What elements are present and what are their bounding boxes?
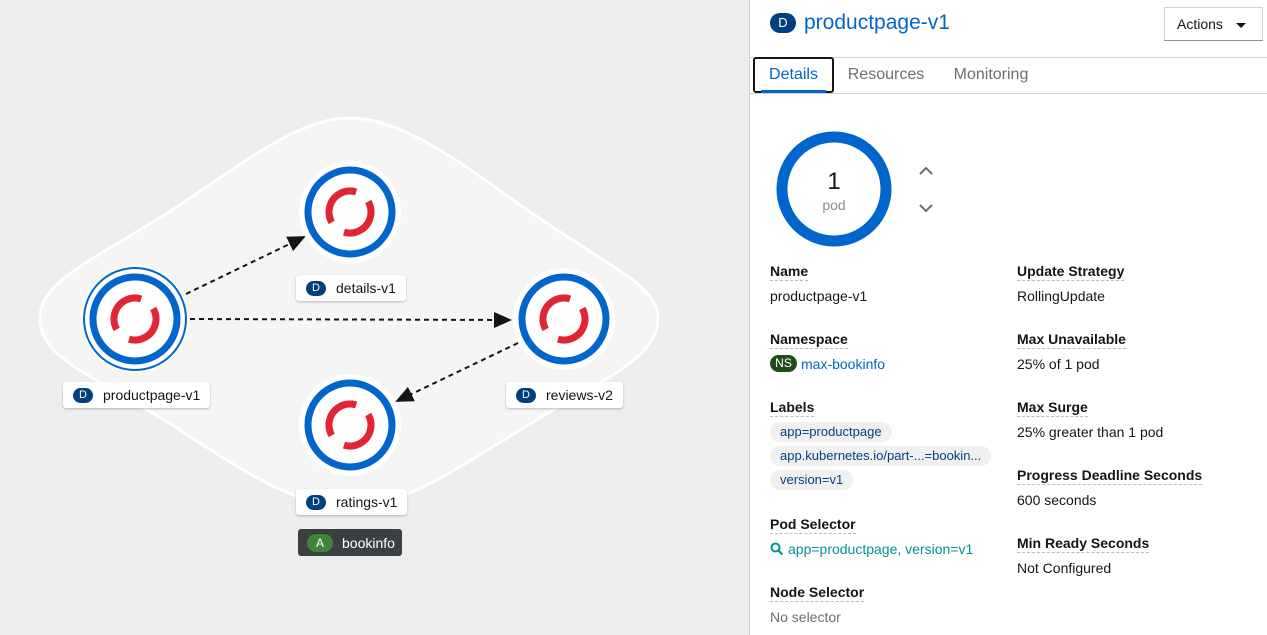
resource-badge: D — [770, 13, 796, 33]
node-selector-term[interactable]: Node Selector — [770, 584, 865, 602]
details-side-panel: D productpage-v1 Actions Details Resourc… — [749, 0, 1267, 635]
name-term[interactable]: Name — [770, 263, 809, 281]
node-details-v1[interactable] — [299, 161, 401, 263]
label-chip[interactable]: app=productpage — [770, 422, 892, 442]
min-ready-value: Not Configured — [1017, 560, 1112, 576]
panel-header: D productpage-v1 Actions — [750, 0, 1267, 58]
labels-term[interactable]: Labels — [770, 399, 815, 417]
deployment-badge: D — [516, 387, 536, 403]
pod-count: 1 — [827, 168, 841, 195]
node-ratings-v1[interactable] — [299, 374, 401, 476]
progress-deadline-value: 600 seconds — [1017, 492, 1097, 508]
node-label-reviews-v2[interactable]: D reviews-v2 — [506, 382, 623, 408]
max-surge-value: 25% greater than 1 pod — [1017, 424, 1164, 440]
max-surge-term[interactable]: Max Surge — [1017, 399, 1088, 417]
node-label-productpage-v1[interactable]: D productpage-v1 — [63, 382, 211, 408]
group-label-text: bookinfo — [342, 534, 395, 551]
node-reviews-v2[interactable] — [513, 268, 615, 370]
chevron-down-icon[interactable] — [917, 199, 935, 217]
label-chip[interactable]: app.kubernetes.io/part-...=bookin... — [770, 446, 992, 466]
node-label-details-v1[interactable]: D details-v1 — [296, 275, 406, 301]
pod-selector-value: app=productpage, version=v1 — [788, 541, 974, 557]
deployment-badge: D — [306, 494, 326, 510]
namespace-term[interactable]: Namespace — [770, 331, 848, 349]
namespace-value: NS max-bookinfo — [770, 355, 885, 372]
min-ready-term[interactable]: Min Ready Seconds — [1017, 535, 1150, 553]
application-badge: A — [307, 533, 333, 552]
node-productpage-v1[interactable] — [81, 265, 189, 373]
max-unavailable-term[interactable]: Max Unavailable — [1017, 331, 1126, 349]
max-unavailable-value: 25% of 1 pod — [1017, 356, 1100, 372]
node-label-text: ratings-v1 — [336, 494, 398, 510]
tab-monitoring[interactable]: Monitoring — [946, 57, 1036, 93]
node-label-ratings-v1[interactable]: D ratings-v1 — [296, 489, 408, 515]
page-title: D productpage-v1 — [770, 11, 950, 35]
chevron-up-icon[interactable] — [917, 162, 935, 180]
pod-unit: pod — [822, 197, 846, 213]
node-label-text: reviews-v2 — [546, 387, 613, 403]
label-chip[interactable]: version=v1 — [770, 470, 854, 490]
node-label-text: productpage-v1 — [103, 387, 201, 403]
node-label-text: details-v1 — [336, 280, 396, 296]
caret-down-icon — [1236, 23, 1246, 28]
application-group-label[interactable]: A bookinfo — [298, 529, 402, 556]
progress-deadline-term[interactable]: Progress Deadline Seconds — [1017, 467, 1203, 485]
resource-title-link[interactable]: productpage-v1 — [804, 11, 950, 35]
namespace-badge: NS — [770, 355, 797, 372]
name-value: productpage-v1 — [770, 288, 868, 304]
update-strategy-value: RollingUpdate — [1017, 288, 1105, 304]
tab-details[interactable]: Details — [753, 57, 834, 93]
actions-dropdown[interactable]: Actions — [1164, 7, 1263, 41]
deployment-badge: D — [73, 387, 93, 403]
deployment-badge: D — [306, 280, 326, 296]
tab-bar: Details Resources Monitoring — [750, 57, 1267, 94]
node-selector-value: No selector — [770, 609, 841, 625]
topology-canvas[interactable]: D productpage-v1 D details-v1 D reviews-… — [0, 0, 749, 635]
update-strategy-term[interactable]: Update Strategy — [1017, 263, 1125, 281]
search-icon — [770, 542, 784, 556]
namespace-link[interactable]: max-bookinfo — [801, 356, 885, 372]
pod-selector-term[interactable]: Pod Selector — [770, 516, 856, 534]
actions-label: Actions — [1177, 16, 1223, 32]
pod-selector-link[interactable]: app=productpage, version=v1 — [770, 541, 973, 557]
tab-resources[interactable]: Resources — [840, 57, 932, 93]
